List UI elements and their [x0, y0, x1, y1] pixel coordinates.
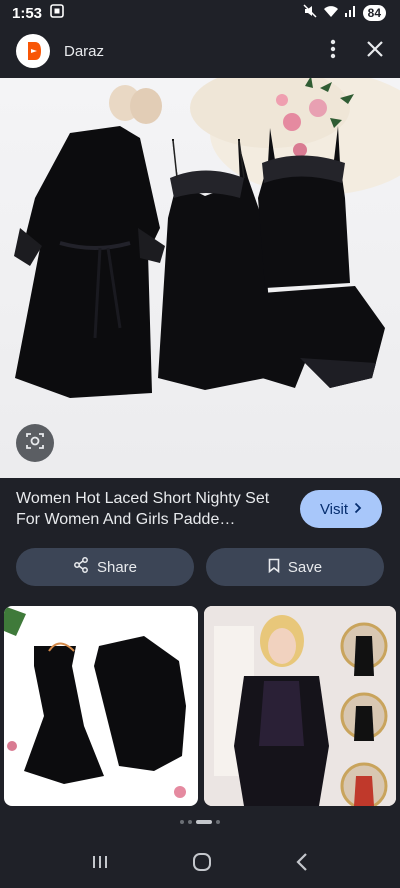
status-time: 1:53 — [12, 4, 43, 22]
header: Daraz — [0, 26, 400, 76]
related-image-1[interactable] — [4, 606, 198, 806]
header-actions — [330, 39, 384, 64]
battery-indicator: 84 — [362, 5, 386, 21]
product-image[interactable] — [0, 78, 400, 478]
related-image-2[interactable] — [204, 606, 396, 806]
share-icon — [73, 557, 89, 577]
pagination-dot — [180, 820, 184, 824]
status-right: 84 — [303, 4, 386, 22]
product-title[interactable]: Women Hot Laced Short Nighty Set For Wom… — [16, 488, 286, 530]
daraz-logo — [16, 34, 50, 68]
save-label: Save — [287, 558, 323, 576]
action-row: Share Save — [16, 548, 384, 586]
share-button[interactable]: Share — [16, 548, 194, 586]
pagination-dot — [188, 820, 192, 824]
product-info: Women Hot Laced Short Nighty Set For Wom… — [0, 488, 400, 530]
screenshot-icon — [50, 4, 64, 22]
home-icon[interactable] — [191, 851, 213, 878]
status-left: 1:53 — [12, 4, 64, 22]
share-label: Share — [96, 558, 138, 576]
bookmark-icon — [268, 558, 280, 577]
lens-search-button[interactable] — [16, 424, 54, 462]
mute-icon — [303, 4, 317, 22]
visit-label: Visit — [319, 500, 349, 518]
related-images — [4, 606, 400, 806]
save-button[interactable]: Save — [206, 548, 384, 586]
system-nav-bar — [0, 840, 400, 888]
pagination-dot — [216, 820, 220, 824]
more-options-icon[interactable] — [330, 39, 336, 64]
chevron-right-icon — [354, 501, 362, 518]
close-icon[interactable] — [366, 40, 384, 63]
lens-icon — [25, 431, 45, 456]
pagination-dots — [0, 820, 400, 824]
signal-icon — [344, 4, 357, 22]
status-bar: 1:53 84 — [0, 0, 400, 26]
recent-apps-icon[interactable] — [91, 853, 109, 876]
pagination-dot-active — [196, 820, 212, 824]
back-icon[interactable] — [295, 852, 309, 877]
visit-button[interactable]: Visit — [300, 490, 382, 528]
site-name: Daraz — [64, 42, 105, 60]
wifi-icon — [323, 4, 339, 22]
